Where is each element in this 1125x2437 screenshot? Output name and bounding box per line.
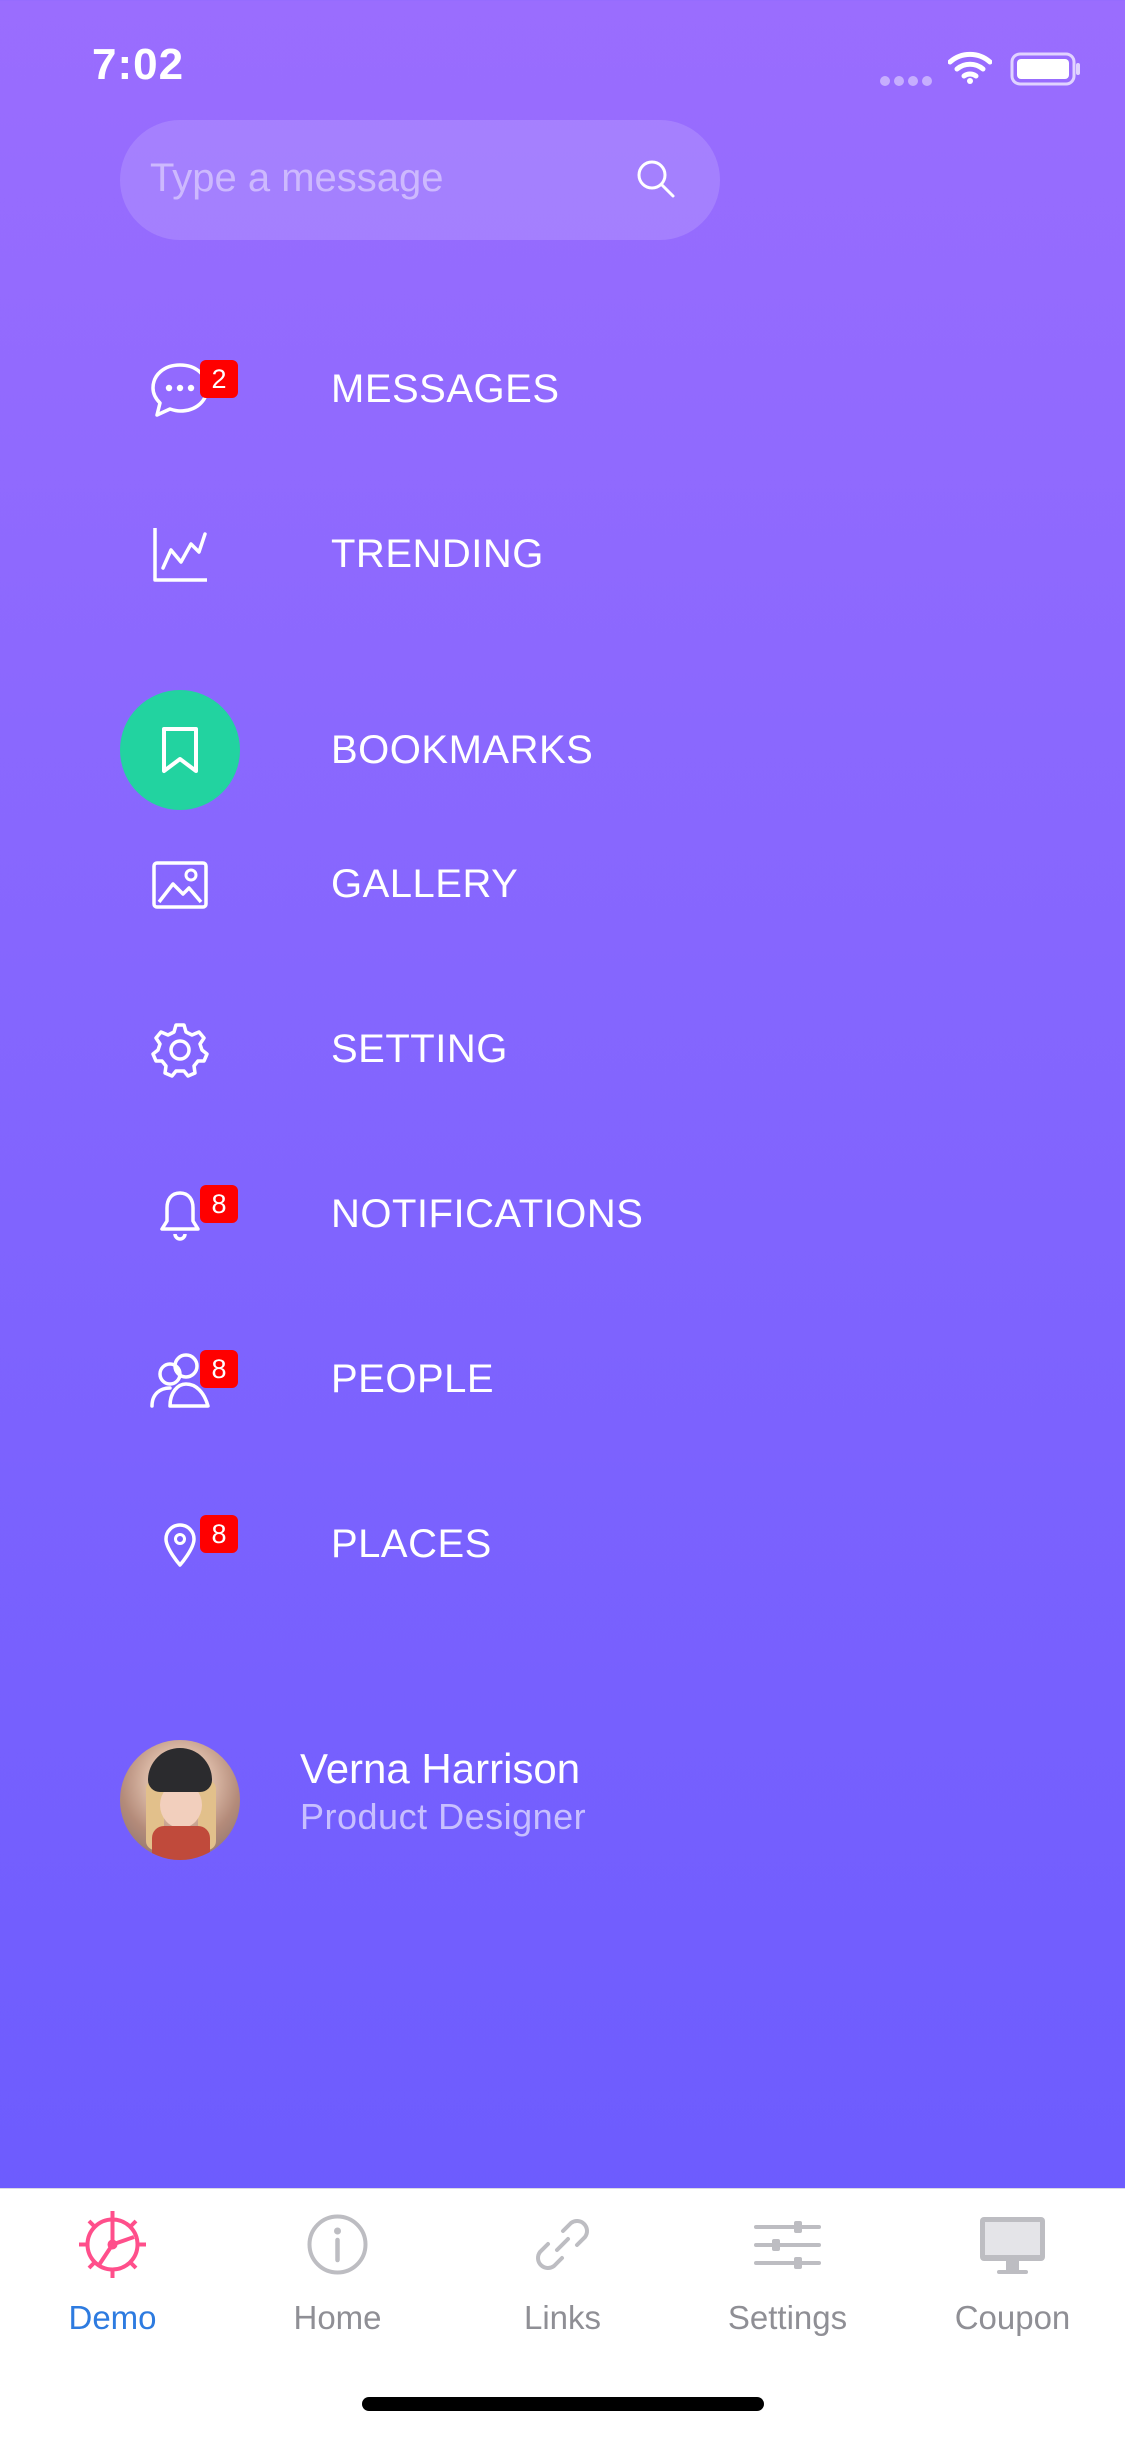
menu-item-trending[interactable]: TRENDING [0,495,1125,625]
link-icon [536,2219,589,2270]
menu-label: SETTING [331,1027,508,1071]
search-input[interactable]: Type a message [150,156,444,201]
profile-role: Product Designer [300,1796,587,1837]
menu-label: BOOKMARKS [331,728,594,772]
menu-icon-wrap-active [120,690,240,810]
info-icon [307,2214,368,2275]
tab-links[interactable]: Links [450,2207,675,2357]
tab-label: Coupon [954,2299,1071,2336]
status-time: 7:02 [92,40,185,89]
menu-item-notifications[interactable]: 8 NOTIFICATIONS [0,1155,1125,1285]
unread-badge: 8 [200,1350,238,1388]
tab-label: Home [293,2299,382,2336]
menu-item-people[interactable]: 8 PEOPLE [0,1320,1125,1450]
gear-icon [79,2211,146,2278]
unread-badge: 8 [200,1185,238,1223]
tab-demo[interactable]: Demo [0,2207,225,2357]
unread-badge: 2 [200,360,238,398]
menu-icon-wrap [120,495,240,615]
gear-icon [151,1023,209,1078]
tab-coupon[interactable]: Coupon [900,2207,1125,2357]
menu-icon-wrap [120,990,240,1110]
menu-item-setting[interactable]: SETTING [0,990,1125,1120]
menu-label: MESSAGES [331,367,560,411]
cellular-signal-icon [880,76,932,86]
battery-icon [1010,52,1080,86]
tab-home[interactable]: Home [225,2207,450,2357]
avatar[interactable] [120,1740,240,1860]
tab-label: Settings [727,2299,848,2336]
tab-settings[interactable]: Settings [675,2207,900,2357]
sliders-icon [754,2221,821,2269]
tab-label: Links [523,2299,602,2336]
search-icon[interactable] [635,158,677,200]
image-icon [152,861,208,909]
search-bar[interactable]: Type a message [120,120,720,240]
profile-name: Verna Harrison [300,1745,581,1792]
menu-item-bookmarks[interactable]: BOOKMARKS [0,690,1125,820]
wifi-icon [948,51,992,84]
menu-icon-wrap [120,825,240,945]
chart-line-icon [153,528,207,582]
status-bar: 7:02 [0,0,1125,130]
menu-label: NOTIFICATIONS [331,1192,644,1236]
menu-label: TRENDING [331,532,544,576]
menu-item-gallery[interactable]: GALLERY [0,825,1125,955]
menu-label: PLACES [331,1522,492,1566]
menu-label: PEOPLE [331,1357,495,1401]
bell-icon [160,1191,200,1241]
user-profile[interactable]: Verna Harrison Product Designer [120,1740,1020,1870]
menu-item-messages[interactable]: 2 MESSAGES [0,330,1125,460]
bookmark-icon [162,727,198,773]
home-indicator[interactable] [362,2397,764,2411]
menu-item-places[interactable]: 8 PLACES [0,1485,1125,1615]
monitor-icon [980,2217,1045,2274]
map-pin-icon [164,1523,196,1567]
unread-badge: 8 [200,1515,238,1553]
tab-label: Demo [68,2299,157,2336]
menu-label: GALLERY [331,862,519,906]
